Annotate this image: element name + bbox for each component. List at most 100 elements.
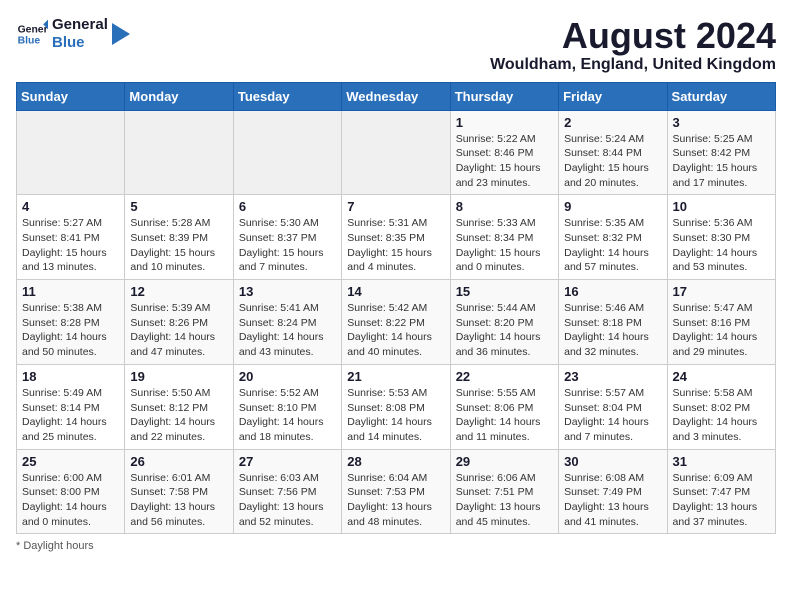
- logo-text-general: General: [52, 16, 108, 34]
- header-friday: Friday: [559, 82, 667, 110]
- day-number: 10: [673, 199, 770, 214]
- day-number: 22: [456, 369, 553, 384]
- calendar-cell: 16 Sunrise: 5:46 AMSunset: 8:18 PMDayligh…: [559, 280, 667, 365]
- calendar-cell: 11 Sunrise: 5:38 AMSunset: 8:28 PMDayligh…: [17, 280, 125, 365]
- day-number: 21: [347, 369, 444, 384]
- calendar-week-2: 4 Sunrise: 5:27 AMSunset: 8:41 PMDaylight…: [17, 195, 776, 280]
- day-number: 9: [564, 199, 661, 214]
- calendar-cell: 3Sunrise: 5:25 AMSunset: 8:42 PMDaylight…: [667, 110, 775, 195]
- day-content: Sunrise: 5:38 AMSunset: 8:28 PMDaylight:…: [22, 301, 119, 360]
- calendar-cell: 17 Sunrise: 5:47 AMSunset: 8:16 PMDayligh…: [667, 280, 775, 365]
- footer-note: * Daylight hours: [16, 540, 776, 552]
- header-tuesday: Tuesday: [233, 82, 341, 110]
- day-content: Sunrise: 6:01 AMSunset: 7:58 PMDaylight:…: [130, 471, 227, 530]
- logo: General Blue General Blue: [16, 16, 130, 52]
- day-content: Sunrise: 6:08 AMSunset: 7:49 PMDaylight:…: [564, 471, 661, 530]
- calendar-cell: 8 Sunrise: 5:33 AMSunset: 8:34 PMDaylight…: [450, 195, 558, 280]
- calendar-header-row: Sunday Monday Tuesday Wednesday Thursday…: [17, 82, 776, 110]
- day-number: 3: [673, 115, 770, 130]
- day-content: Sunrise: 5:44 AMSunset: 8:20 PMDaylight:…: [456, 301, 553, 360]
- day-content: Sunrise: 5:58 AMSunset: 8:02 PMDaylight:…: [673, 386, 770, 445]
- header-monday: Monday: [125, 82, 233, 110]
- calendar-cell: [125, 110, 233, 195]
- calendar-cell: 22 Sunrise: 5:55 AMSunset: 8:06 PMDayligh…: [450, 364, 558, 449]
- day-number: 28: [347, 454, 444, 469]
- day-content: Sunrise: 6:06 AMSunset: 7:51 PMDaylight:…: [456, 471, 553, 530]
- day-number: 17: [673, 284, 770, 299]
- day-content: Sunrise: 5:24 AMSunset: 8:44 PMDaylight:…: [564, 132, 661, 191]
- day-number: 31: [673, 454, 770, 469]
- day-number: 1: [456, 115, 553, 130]
- day-content: Sunrise: 5:52 AMSunset: 8:10 PMDaylight:…: [239, 386, 336, 445]
- logo-text-blue: Blue: [52, 34, 108, 52]
- day-number: 24: [673, 369, 770, 384]
- day-number: 12: [130, 284, 227, 299]
- calendar-cell: 23Sunrise: 5:57 AMSunset: 8:04 PMDayligh…: [559, 364, 667, 449]
- day-content: Sunrise: 6:04 AMSunset: 7:53 PMDaylight:…: [347, 471, 444, 530]
- calendar-cell: 14 Sunrise: 5:42 AMSunset: 8:22 PMDayligh…: [342, 280, 450, 365]
- calendar-cell: 1 Sunrise: 5:22 AMSunset: 8:46 PMDaylight…: [450, 110, 558, 195]
- calendar-cell: 21Sunrise: 5:53 AMSunset: 8:08 PMDayligh…: [342, 364, 450, 449]
- day-content: Sunrise: 5:35 AMSunset: 8:32 PMDaylight:…: [564, 216, 661, 275]
- calendar-cell: 31Sunrise: 6:09 AMSunset: 7:47 PMDayligh…: [667, 449, 775, 534]
- calendar-cell: 26 Sunrise: 6:01 AMSunset: 7:58 PMDayligh…: [125, 449, 233, 534]
- day-content: Sunrise: 5:42 AMSunset: 8:22 PMDaylight:…: [347, 301, 444, 360]
- day-content: Sunrise: 5:28 AMSunset: 8:39 PMDaylight:…: [130, 216, 227, 275]
- day-number: 20: [239, 369, 336, 384]
- day-number: 29: [456, 454, 553, 469]
- calendar-cell: 5Sunrise: 5:28 AMSunset: 8:39 PMDaylight…: [125, 195, 233, 280]
- day-content: Sunrise: 6:03 AMSunset: 7:56 PMDaylight:…: [239, 471, 336, 530]
- day-content: Sunrise: 5:39 AMSunset: 8:26 PMDaylight:…: [130, 301, 227, 360]
- day-content: Sunrise: 5:30 AMSunset: 8:37 PMDaylight:…: [239, 216, 336, 275]
- day-number: 25: [22, 454, 119, 469]
- calendar-cell: 6 Sunrise: 5:30 AMSunset: 8:37 PMDaylight…: [233, 195, 341, 280]
- calendar-table: Sunday Monday Tuesday Wednesday Thursday…: [16, 82, 776, 535]
- calendar-cell: 20 Sunrise: 5:52 AMSunset: 8:10 PMDayligh…: [233, 364, 341, 449]
- day-content: Sunrise: 5:50 AMSunset: 8:12 PMDaylight:…: [130, 386, 227, 445]
- day-content: Sunrise: 5:22 AMSunset: 8:46 PMDaylight:…: [456, 132, 553, 191]
- day-content: Sunrise: 5:33 AMSunset: 8:34 PMDaylight:…: [456, 216, 553, 275]
- calendar-cell: 25 Sunrise: 6:00 AMSunset: 8:00 PMDayligh…: [17, 449, 125, 534]
- calendar-cell: 24 Sunrise: 5:58 AMSunset: 8:02 PMDayligh…: [667, 364, 775, 449]
- header-saturday: Saturday: [667, 82, 775, 110]
- daylight-label: Daylight hours: [23, 540, 93, 552]
- day-content: Sunrise: 5:31 AMSunset: 8:35 PMDaylight:…: [347, 216, 444, 275]
- day-number: 26: [130, 454, 227, 469]
- day-number: 16: [564, 284, 661, 299]
- logo-triangle-icon: [112, 23, 130, 45]
- day-content: Sunrise: 5:36 AMSunset: 8:30 PMDaylight:…: [673, 216, 770, 275]
- header-wednesday: Wednesday: [342, 82, 450, 110]
- day-number: 2: [564, 115, 661, 130]
- calendar-cell: 30 Sunrise: 6:08 AMSunset: 7:49 PMDayligh…: [559, 449, 667, 534]
- day-number: 18: [22, 369, 119, 384]
- calendar-week-1: 1 Sunrise: 5:22 AMSunset: 8:46 PMDaylight…: [17, 110, 776, 195]
- calendar-cell: 15Sunrise: 5:44 AMSunset: 8:20 PMDayligh…: [450, 280, 558, 365]
- calendar-week-5: 25 Sunrise: 6:00 AMSunset: 8:00 PMDayligh…: [17, 449, 776, 534]
- calendar-cell: 29 Sunrise: 6:06 AMSunset: 7:51 PMDayligh…: [450, 449, 558, 534]
- calendar-cell: [17, 110, 125, 195]
- header-thursday: Thursday: [450, 82, 558, 110]
- calendar-cell: 28 Sunrise: 6:04 AMSunset: 7:53 PMDayligh…: [342, 449, 450, 534]
- day-number: 7: [347, 199, 444, 214]
- day-number: 8: [456, 199, 553, 214]
- day-number: 14: [347, 284, 444, 299]
- header-sunday: Sunday: [17, 82, 125, 110]
- day-content: Sunrise: 5:57 AMSunset: 8:04 PMDaylight:…: [564, 386, 661, 445]
- day-content: Sunrise: 5:46 AMSunset: 8:18 PMDaylight:…: [564, 301, 661, 360]
- day-content: Sunrise: 5:49 AMSunset: 8:14 PMDaylight:…: [22, 386, 119, 445]
- day-number: 6: [239, 199, 336, 214]
- day-number: 4: [22, 199, 119, 214]
- day-content: Sunrise: 5:47 AMSunset: 8:16 PMDaylight:…: [673, 301, 770, 360]
- day-number: 27: [239, 454, 336, 469]
- day-number: 19: [130, 369, 227, 384]
- calendar-cell: 19 Sunrise: 5:50 AMSunset: 8:12 PMDayligh…: [125, 364, 233, 449]
- logo-icon: General Blue: [16, 18, 48, 50]
- svg-text:Blue: Blue: [18, 36, 41, 47]
- day-content: Sunrise: 5:27 AMSunset: 8:41 PMDaylight:…: [22, 216, 119, 275]
- day-content: Sunrise: 6:00 AMSunset: 8:00 PMDaylight:…: [22, 471, 119, 530]
- day-content: Sunrise: 5:55 AMSunset: 8:06 PMDaylight:…: [456, 386, 553, 445]
- day-number: 13: [239, 284, 336, 299]
- day-number: 30: [564, 454, 661, 469]
- day-number: 11: [22, 284, 119, 299]
- month-title: August 2024: [490, 16, 776, 56]
